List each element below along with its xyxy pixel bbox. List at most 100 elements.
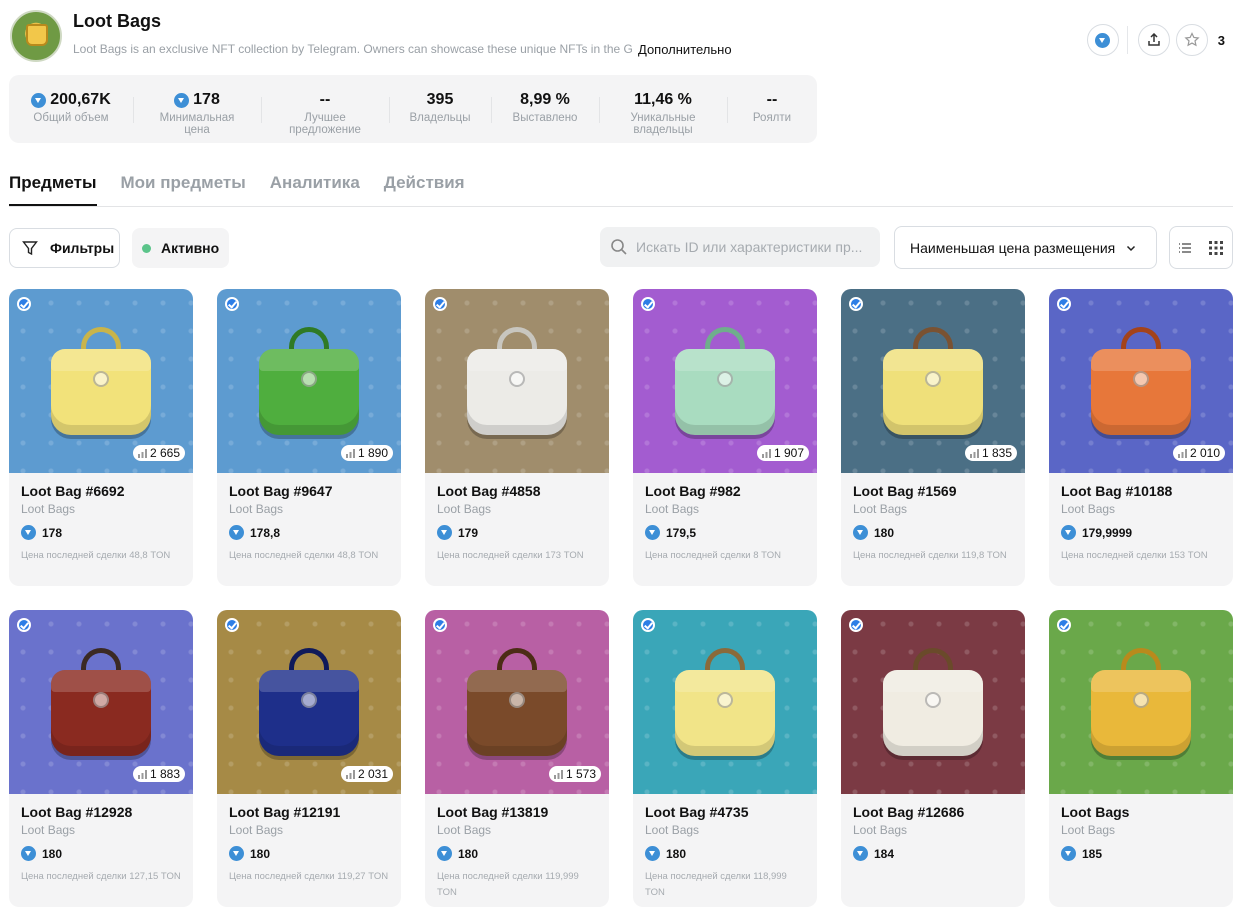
item-price: 180 — [645, 846, 805, 861]
item-image — [841, 610, 1025, 794]
filters-label: Фильтры — [50, 240, 115, 256]
item-name: Loot Bag #12928 — [21, 804, 133, 820]
item-name: Loot Bags — [1061, 804, 1130, 820]
item-info: Loot Bag #1569 Loot Bags 180 Цена последней… — [841, 473, 1025, 564]
grid-view-icon[interactable] — [1208, 240, 1224, 256]
items-grid: 2 665 Loot Bag #6692 Loot Bags 178 Цена посл… — [9, 289, 1233, 907]
star-icon — [1184, 32, 1200, 47]
ton-icon — [1061, 525, 1076, 540]
bag-flap — [675, 349, 775, 371]
item-name: Loot Bag #12686 — [853, 804, 965, 820]
item-info: Loot Bag #13819 Loot Bags 180 Цена последне… — [425, 794, 609, 901]
favorite-button[interactable] — [1175, 24, 1208, 56]
item-card[interactable]: 1 573 Loot Bag #13819 Loot Bags 180 Цена пос… — [425, 610, 609, 907]
last-sale: Цена последней сделки 119,8 TON — [853, 550, 1007, 561]
bag-lock-icon — [93, 692, 109, 708]
stat-value: -- — [766, 91, 778, 108]
item-collection: Loot Bags — [229, 502, 284, 516]
search-input[interactable] — [636, 239, 876, 255]
collection-description: Loot Bags is an exclusive NFT collection… — [73, 42, 633, 56]
share-button[interactable] — [1137, 24, 1170, 56]
item-card[interactable]: 2 031 Loot Bag #12191 Loot Bags 180 Цена пос… — [217, 610, 401, 907]
stat-item: -- Лучшее предложение — [261, 75, 389, 143]
holders-badge: 1 907 — [756, 445, 809, 461]
tab-0[interactable]: Предметы — [9, 170, 97, 206]
item-collection: Loot Bags — [645, 502, 700, 516]
bars-icon — [1177, 448, 1187, 458]
ton-icon — [229, 846, 244, 861]
collection-avatar — [10, 10, 62, 62]
item-collection: Loot Bags — [437, 502, 492, 516]
item-card[interactable]: Loot Bag #4858 Loot Bags 179 Цена последней… — [425, 289, 609, 586]
view-toggle — [1169, 226, 1233, 269]
item-collection: Loot Bags — [645, 823, 700, 837]
tab-1[interactable]: Мои предметы — [121, 170, 246, 206]
verified-icon — [641, 618, 655, 632]
last-sale: Цена последней сделки 119,999 TON — [437, 871, 579, 898]
tab-3[interactable]: Действия — [384, 170, 465, 206]
tab-bar: Предметы Мои предметы Аналитика Действия — [9, 170, 1233, 207]
verified-icon — [1057, 297, 1071, 311]
header-actions: 3 — [1086, 24, 1225, 56]
bars-icon — [137, 769, 147, 779]
item-card[interactable]: 1 890 Loot Bag #9647 Loot Bags 178,8 Цена по… — [217, 289, 401, 586]
item-card[interactable]: 2 665 Loot Bag #6692 Loot Bags 178 Цена посл… — [9, 289, 193, 586]
item-image: 2 010 — [1049, 289, 1233, 473]
stat-item: 395 Владельцы — [389, 75, 491, 143]
last-sale: Цена последней сделки 8 TON — [645, 550, 782, 561]
verified-icon — [849, 297, 863, 311]
ton-icon — [21, 846, 36, 861]
ton-icon — [645, 525, 660, 540]
item-card[interactable]: 1 883 Loot Bag #12928 Loot Bags 180 Цена пос… — [9, 610, 193, 907]
last-sale: Цена последней сделки 173 TON — [437, 550, 584, 561]
last-sale: Цена последней сделки 153 TON — [1061, 550, 1208, 561]
item-info: Loot Bag #12686 Loot Bags 184 — [841, 794, 1025, 861]
item-name: Loot Bag #9647 — [229, 483, 333, 499]
ton-button[interactable] — [1086, 24, 1119, 56]
status-dot — [142, 243, 151, 253]
item-image — [1049, 610, 1233, 794]
item-card[interactable]: Loot Bags Loot Bags 185 — [1049, 610, 1233, 907]
item-name: Loot Bag #13819 — [437, 804, 549, 820]
item-card[interactable]: 1 835 Loot Bag #1569 Loot Bags 180 Цена посл… — [841, 289, 1025, 586]
filter-icon — [22, 241, 38, 256]
bars-icon — [761, 448, 771, 458]
stat-item: 8,99 % Выставлено — [491, 75, 599, 143]
item-price: 180 — [21, 846, 181, 861]
holders-badge: 2 031 — [340, 766, 393, 782]
holders-badge: 2 665 — [132, 445, 185, 461]
stat-item: 200,67K Общий объем — [9, 75, 133, 143]
bag-lock-icon — [509, 371, 525, 387]
share-icon — [1148, 33, 1160, 46]
bag-logo-icon — [26, 24, 48, 46]
holders-badge: 1 573 — [548, 766, 601, 782]
verified-icon — [17, 297, 31, 311]
tab-2[interactable]: Аналитика — [270, 170, 360, 206]
sort-select[interactable]: Наименьшая цена размещения — [894, 226, 1157, 269]
ton-icon — [437, 846, 452, 861]
holders-badge: 2 010 — [1172, 445, 1225, 461]
item-card[interactable]: 1 907 Loot Bag #982 Loot Bags 179,5 Цена пос… — [633, 289, 817, 586]
stat-value: 395 — [426, 91, 454, 108]
item-info: Loot Bag #12191 Loot Bags 180 Цена последне… — [217, 794, 401, 885]
list-view-icon[interactable] — [1178, 241, 1192, 255]
stat-label: Владельцы — [409, 112, 471, 124]
holders-badge: 1 835 — [964, 445, 1017, 461]
filters-button[interactable]: Фильтры — [9, 228, 120, 268]
last-sale: Цена последней сделки 119,27 TON — [229, 871, 389, 882]
bag-lock-icon — [925, 692, 941, 708]
item-price: 178,8 — [229, 525, 389, 540]
item-name: Loot Bag #12191 — [229, 804, 341, 820]
bag-flap — [51, 349, 151, 371]
bars-icon — [137, 448, 147, 458]
item-card[interactable]: 2 010 Loot Bag #10188 Loot Bags 179,9999 Цен… — [1049, 289, 1233, 586]
stat-value: 178 — [174, 91, 220, 109]
stat-value: 8,99 % — [520, 91, 570, 108]
verified-icon — [641, 297, 655, 311]
status-filter-button[interactable]: Активно — [132, 228, 229, 268]
item-card[interactable]: Loot Bag #4735 Loot Bags 180 Цена последней… — [633, 610, 817, 907]
item-card[interactable]: Loot Bag #12686 Loot Bags 184 — [841, 610, 1025, 907]
item-image: 1 883 — [9, 610, 193, 794]
more-link[interactable]: Дополнительно — [638, 42, 732, 57]
verified-icon — [433, 618, 447, 632]
